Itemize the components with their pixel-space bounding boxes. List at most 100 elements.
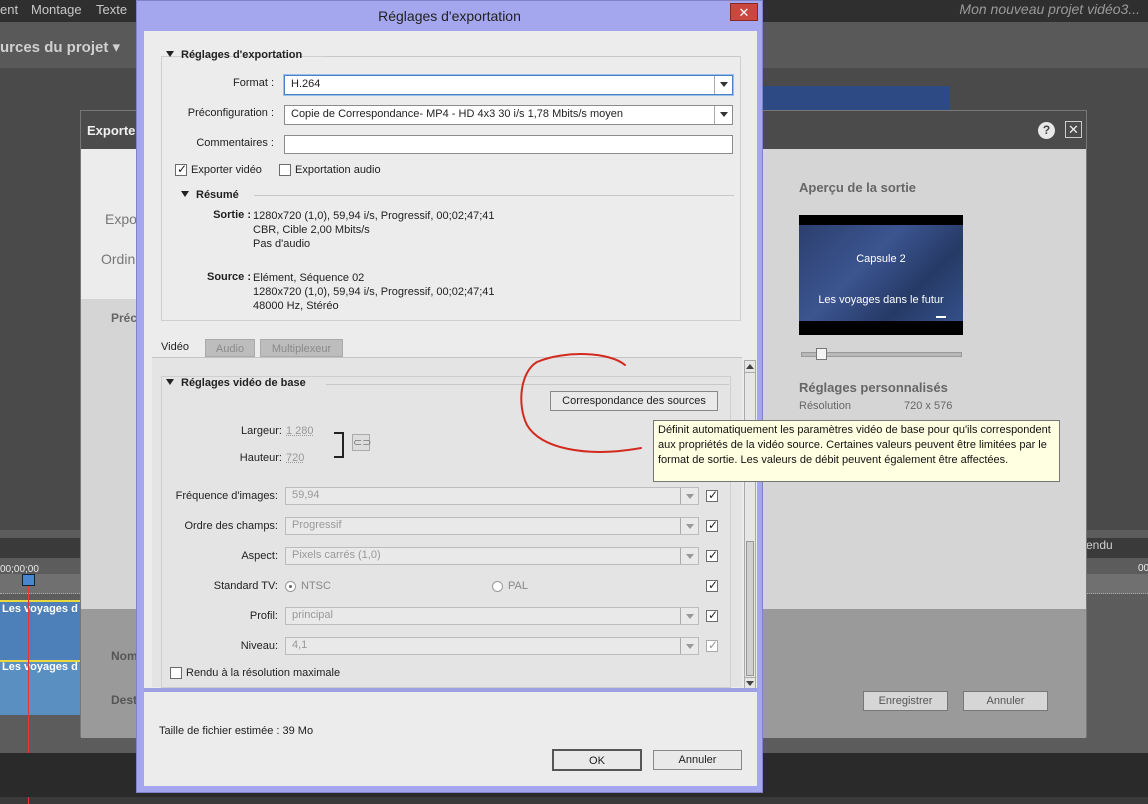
menu-item-edition[interactable]: ent — [0, 2, 18, 17]
scroll-up-icon[interactable] — [745, 361, 755, 373]
project-sources-tab[interactable]: urces du projet ▾ — [0, 38, 120, 56]
help-icon[interactable]: ? — [1038, 122, 1055, 139]
timeline-timecode-right: 00 — [1138, 563, 1148, 574]
tab-video[interactable]: Vidéo — [151, 338, 199, 357]
preset-dropdown[interactable]: Copie de Correspondance- MP4 - HD 4x3 30… — [284, 105, 733, 125]
chevron-down-icon — [680, 608, 698, 624]
output-label: Sortie : — [174, 209, 251, 221]
aspect-dropdown[interactable]: Pixels carrés (1,0) — [285, 547, 699, 565]
export-video-label: Exporter vidéo — [191, 164, 262, 176]
estimated-file-size: Taille de fichier estimée : 39 Mo — [159, 725, 313, 737]
export-tab-computer[interactable]: Ordin — [101, 251, 135, 267]
scroll-thumb[interactable] — [746, 541, 754, 676]
match-source-tooltip: Définit automatiquement les paramètres v… — [653, 420, 1060, 482]
chevron-down-icon — [680, 638, 698, 654]
link-bracket — [334, 432, 344, 458]
pal-radio[interactable] — [492, 581, 503, 592]
render-label: endu — [1086, 538, 1113, 552]
output-preview-title: Aperçu de la sortie — [799, 180, 916, 195]
source-line: 1280x720 (1,0), 59,94 i/s, Progressif, 0… — [253, 286, 495, 298]
framerate-label: Fréquence d'images: — [164, 490, 278, 502]
collapse-triangle-icon — [166, 51, 174, 57]
basic-video-settings-header[interactable]: Réglages vidéo de base — [166, 377, 306, 389]
close-icon[interactable]: ✕ — [730, 3, 758, 21]
format-dropdown[interactable]: H.264 — [284, 75, 733, 95]
close-icon[interactable]: ✕ — [1065, 121, 1082, 138]
width-value[interactable]: 1 280 — [286, 425, 314, 437]
match-source-button[interactable]: Correspondance des sources — [550, 391, 718, 411]
profile-dropdown[interactable]: principal — [285, 607, 699, 625]
preview-image: Capsule 2 Les voyages dans le futur — [799, 225, 963, 321]
file-name-label: Nom — [111, 649, 138, 663]
export-audio-checkbox[interactable] — [279, 164, 291, 176]
resolution-value: 720 x 576 — [904, 400, 952, 412]
chevron-down-icon — [714, 76, 732, 94]
summary-header[interactable]: Résumé — [181, 189, 239, 201]
chevron-down-icon — [714, 106, 732, 124]
tv-standard-label: Standard TV: — [164, 580, 278, 592]
tab-multiplexer[interactable]: Multiplexeur — [260, 339, 343, 357]
link-icon[interactable]: ⊂⊃ — [352, 434, 370, 451]
tv-standard-checkbox[interactable] — [706, 580, 718, 592]
profile-checkbox[interactable] — [706, 610, 718, 622]
chevron-down-icon: ▾ — [113, 39, 121, 56]
level-label: Niveau: — [164, 640, 278, 652]
export-preset-label: Préc — [111, 311, 137, 325]
clip-label: Les voyages d — [2, 603, 78, 615]
max-render-checkbox[interactable] — [170, 667, 182, 679]
aspect-checkbox[interactable] — [706, 550, 718, 562]
field-order-checkbox[interactable] — [706, 520, 718, 532]
destination-label: Dest — [111, 693, 137, 707]
logo-icon — [936, 312, 946, 318]
aspect-label: Aspect: — [164, 550, 278, 562]
preview-caption-1: Capsule 2 — [799, 253, 963, 265]
height-value[interactable]: 720 — [286, 452, 304, 464]
level-dropdown[interactable]: 4,1 — [285, 637, 699, 655]
collapse-triangle-icon — [181, 191, 189, 197]
save-button[interactable]: Enregistrer — [863, 691, 948, 711]
chevron-down-icon — [680, 548, 698, 564]
max-render-label: Rendu à la résolution maximale — [186, 667, 340, 679]
width-label: Largeur: — [184, 425, 282, 437]
cancel-button[interactable]: Annuler — [963, 691, 1048, 711]
divider — [326, 56, 739, 57]
height-label: Hauteur: — [184, 452, 282, 464]
framerate-dropdown[interactable]: 59,94 — [285, 487, 699, 505]
divider — [144, 688, 757, 692]
menu-item-texte[interactable]: Texte — [96, 2, 127, 17]
chevron-down-icon — [680, 518, 698, 534]
ntsc-radio[interactable] — [285, 581, 296, 592]
export-audio-label: Exportation audio — [295, 164, 381, 176]
preview-slider-thumb[interactable] — [816, 348, 827, 360]
divider — [254, 195, 734, 196]
tab-audio[interactable]: Audio — [205, 339, 255, 357]
clip-label: Les voyages d — [2, 661, 78, 673]
field-order-label: Ordre des champs: — [164, 520, 278, 532]
framerate-checkbox[interactable] — [706, 490, 718, 502]
ntsc-label: NTSC — [301, 580, 331, 592]
export-tab-export[interactable]: Expo — [105, 211, 137, 227]
playhead-handle[interactable] — [22, 574, 35, 586]
custom-settings-title: Réglages personnalisés — [799, 380, 948, 395]
ok-button[interactable]: OK — [552, 749, 642, 771]
project-title: Mon nouveau projet vidéo3... — [959, 1, 1140, 17]
menu-item-montage[interactable]: Montage — [31, 2, 82, 17]
preset-label: Préconfiguration : — [164, 107, 274, 119]
output-line: 1280x720 (1,0), 59,94 i/s, Progressif, 0… — [253, 210, 495, 222]
preview-caption-2: Les voyages dans le futur — [799, 294, 963, 306]
settings-scrollbar[interactable] — [744, 360, 756, 690]
profile-label: Profil: — [164, 610, 278, 622]
export-settings-header[interactable]: Réglages d'exportation — [166, 49, 302, 61]
comments-input[interactable] — [284, 135, 733, 154]
export-video-checkbox[interactable] — [175, 164, 187, 176]
level-checkbox[interactable] — [706, 640, 718, 652]
collapse-triangle-icon — [166, 379, 174, 385]
divider — [326, 384, 729, 385]
format-label: Format : — [164, 77, 274, 89]
source-line: 48000 Hz, Stéréo — [253, 300, 339, 312]
dialog-content: Réglages d'exportation Format : H.264 Pr… — [144, 31, 757, 786]
cancel-button[interactable]: Annuler — [653, 750, 742, 770]
output-line: Pas d'audio — [253, 238, 310, 250]
resolution-label: Résolution — [799, 400, 851, 412]
field-order-dropdown[interactable]: Progressif — [285, 517, 699, 535]
